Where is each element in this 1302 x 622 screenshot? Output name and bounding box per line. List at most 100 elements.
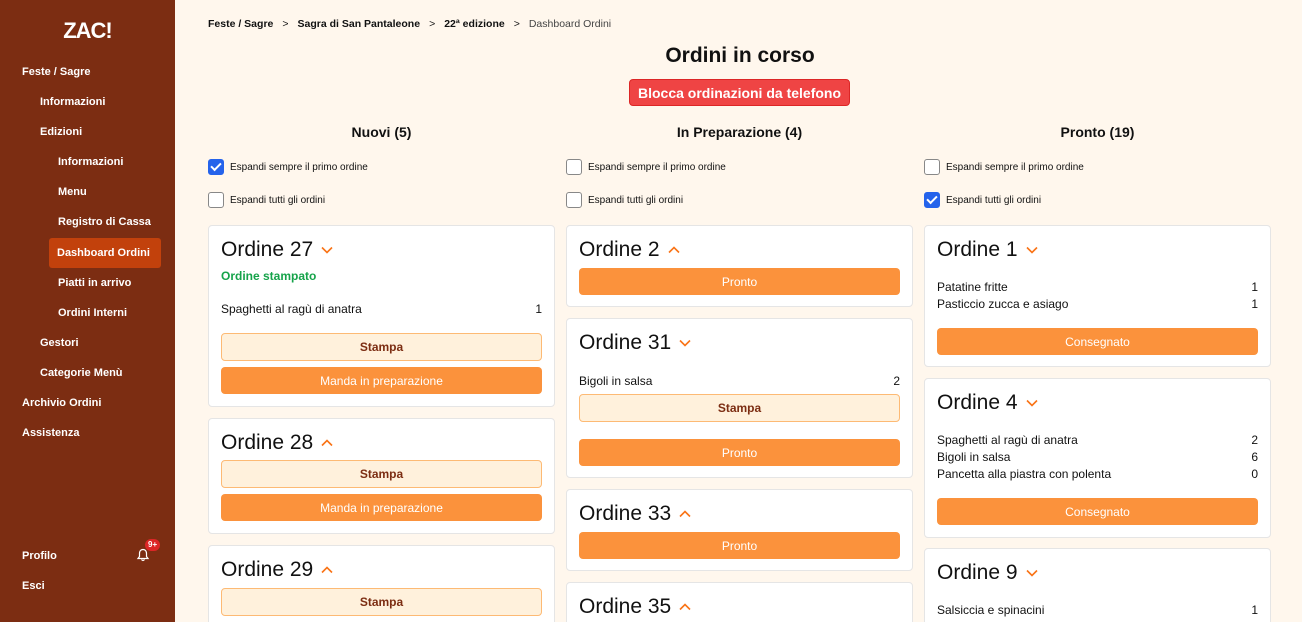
expand-first-label: Espandi sempre il primo ordine bbox=[230, 161, 368, 173]
order-title[interactable]: Ordine 9 bbox=[937, 561, 1038, 585]
chevron-up-icon[interactable] bbox=[321, 566, 333, 574]
delivered-button[interactable]: Consegnato bbox=[937, 328, 1258, 355]
order-card: Ordine 28 Stampa Manda in preparazione bbox=[208, 418, 555, 534]
send-to-preparation-button[interactable]: Manda in preparazione bbox=[221, 494, 542, 521]
sidebar: ZAC! Feste / Sagre Informazioni Edizioni… bbox=[0, 0, 175, 622]
ready-button[interactable]: Pronto bbox=[579, 532, 900, 559]
order-item-qty: 2 bbox=[893, 374, 900, 388]
expand-first-option[interactable]: Espandi sempre il primo ordine bbox=[208, 159, 368, 175]
order-item-qty: 0 bbox=[1251, 467, 1258, 481]
chevron-down-icon[interactable] bbox=[679, 339, 691, 347]
order-item-qty: 6 bbox=[1251, 450, 1258, 464]
order-title[interactable]: Ordine 2 bbox=[579, 238, 680, 262]
print-button[interactable]: Stampa bbox=[221, 333, 542, 361]
order-item-row: Bigoli in salsa 6 bbox=[937, 450, 1258, 464]
chevron-down-icon[interactable] bbox=[1025, 246, 1038, 254]
sidebar-item-piatti-arrivo[interactable]: Piatti in arrivo bbox=[58, 268, 131, 298]
order-item-name: Spaghetti al ragù di anatra bbox=[221, 302, 362, 316]
order-title-text: Ordine 2 bbox=[579, 238, 660, 261]
order-title-text: Ordine 35 bbox=[579, 595, 672, 618]
sidebar-item-gestori[interactable]: Gestori bbox=[40, 328, 79, 358]
sidebar-item-dashboard-ordini[interactable]: Dashboard Ordini bbox=[49, 238, 161, 268]
expand-all-checkbox[interactable] bbox=[924, 192, 940, 208]
order-card: Ordine 9 Salsiccia e spinacini 1 bbox=[924, 548, 1271, 622]
expand-all-checkbox[interactable] bbox=[208, 192, 224, 208]
chevron-down-icon[interactable] bbox=[1025, 399, 1038, 407]
sidebar-item-assistenza[interactable]: Assistenza bbox=[22, 418, 79, 448]
column-preparation: In Preparazione (4) Espandi sempre il pr… bbox=[566, 0, 913, 622]
order-item-qty: 1 bbox=[535, 302, 542, 316]
expand-first-label: Espandi sempre il primo ordine bbox=[946, 161, 1084, 173]
order-item-name: Pancetta alla piastra con polenta bbox=[937, 467, 1112, 481]
order-item-row: Salsiccia e spinacini 1 bbox=[937, 603, 1258, 617]
sidebar-item-edizioni[interactable]: Edizioni bbox=[40, 117, 82, 147]
order-title[interactable]: Ordine 35 bbox=[579, 595, 691, 619]
order-item-row: Pasticcio zucca e asiago 1 bbox=[937, 297, 1258, 311]
print-button[interactable]: Stampa bbox=[221, 460, 542, 488]
order-card: Ordine 31 Bigoli in salsa 2 Stampa Pront… bbox=[566, 318, 913, 478]
order-title[interactable]: Ordine 29 bbox=[221, 558, 333, 582]
order-title[interactable]: Ordine 1 bbox=[937, 238, 1038, 262]
expand-all-option[interactable]: Espandi tutti gli ordini bbox=[924, 192, 1041, 208]
sidebar-item-feste-sagre[interactable]: Feste / Sagre bbox=[22, 57, 90, 87]
chevron-down-icon[interactable] bbox=[1025, 569, 1038, 577]
sidebar-item-registro-cassa[interactable]: Registro di Cassa bbox=[58, 207, 151, 237]
ready-button[interactable]: Pronto bbox=[579, 268, 900, 295]
order-card: Ordine 29 Stampa bbox=[208, 545, 555, 622]
expand-all-label: Espandi tutti gli ordini bbox=[230, 194, 326, 206]
expand-all-option[interactable]: Espandi tutti gli ordini bbox=[566, 192, 683, 208]
order-title[interactable]: Ordine 4 bbox=[937, 391, 1038, 415]
order-title[interactable]: Ordine 28 bbox=[221, 431, 333, 455]
expand-all-checkbox[interactable] bbox=[566, 192, 582, 208]
expand-all-label: Espandi tutti gli ordini bbox=[946, 194, 1042, 206]
notification-badge: 9+ bbox=[145, 539, 161, 551]
order-title[interactable]: Ordine 27 bbox=[221, 238, 333, 262]
expand-first-checkbox[interactable] bbox=[924, 159, 940, 175]
chevron-up-icon[interactable] bbox=[679, 603, 691, 611]
sidebar-item-ordini-interni[interactable]: Ordini Interni bbox=[58, 298, 127, 328]
sidebar-item-esci[interactable]: Esci bbox=[22, 571, 45, 601]
order-status: Ordine stampato bbox=[221, 269, 317, 283]
expand-all-option[interactable]: Espandi tutti gli ordini bbox=[208, 192, 325, 208]
order-title-text: Ordine 33 bbox=[579, 502, 672, 525]
order-title-text: Ordine 9 bbox=[937, 561, 1018, 584]
order-title-text: Ordine 27 bbox=[221, 238, 314, 261]
sidebar-item-informazioni[interactable]: Informazioni bbox=[40, 87, 105, 117]
order-item-row: Spaghetti al ragù di anatra 1 bbox=[221, 302, 542, 316]
sidebar-item-menu[interactable]: Menu bbox=[58, 177, 87, 207]
order-card: Ordine 1 Patatine fritte 1 Pasticcio zuc… bbox=[924, 225, 1271, 367]
expand-first-checkbox[interactable] bbox=[208, 159, 224, 175]
order-item-name: Bigoli in salsa bbox=[579, 374, 653, 388]
sidebar-item-profilo[interactable]: Profilo bbox=[22, 541, 57, 571]
print-button[interactable]: Stampa bbox=[579, 394, 900, 422]
order-item-name: Bigoli in salsa bbox=[937, 450, 1011, 464]
order-item-row: Patatine fritte 1 bbox=[937, 280, 1258, 294]
expand-all-label: Espandi tutti gli ordini bbox=[588, 194, 684, 206]
chevron-down-icon[interactable] bbox=[321, 246, 333, 254]
chevron-up-icon[interactable] bbox=[679, 510, 691, 518]
expand-first-option[interactable]: Espandi sempre il primo ordine bbox=[924, 159, 1084, 175]
print-button[interactable]: Stampa bbox=[221, 588, 542, 616]
order-item-name: Salsiccia e spinacini bbox=[937, 603, 1045, 617]
order-item-row: Spaghetti al ragù di anatra 2 bbox=[937, 433, 1258, 447]
order-card: Ordine 33 Pronto bbox=[566, 489, 913, 571]
expand-first-checkbox[interactable] bbox=[566, 159, 582, 175]
chevron-up-icon[interactable] bbox=[321, 439, 333, 447]
delivered-button[interactable]: Consegnato bbox=[937, 498, 1258, 525]
order-title-text: Ordine 31 bbox=[579, 331, 672, 354]
sidebar-item-archivio-ordini[interactable]: Archivio Ordini bbox=[22, 388, 101, 418]
app-logo[interactable]: ZAC! bbox=[0, 18, 175, 44]
order-item-qty: 1 bbox=[1251, 297, 1258, 311]
column-ready: Pronto (19) Espandi sempre il primo ordi… bbox=[924, 0, 1271, 622]
order-item-row: Pancetta alla piastra con polenta 0 bbox=[937, 467, 1258, 481]
order-title[interactable]: Ordine 31 bbox=[579, 331, 691, 355]
expand-first-option[interactable]: Espandi sempre il primo ordine bbox=[566, 159, 726, 175]
send-to-preparation-button[interactable]: Manda in preparazione bbox=[221, 367, 542, 394]
column-new: Nuovi (5) Espandi sempre il primo ordine… bbox=[208, 0, 555, 622]
order-title[interactable]: Ordine 33 bbox=[579, 502, 691, 526]
sidebar-item-categorie-menu[interactable]: Categorie Menù bbox=[40, 358, 123, 388]
sidebar-item-edizione-informazioni[interactable]: Informazioni bbox=[58, 147, 123, 177]
chevron-up-icon[interactable] bbox=[667, 246, 680, 254]
order-card: Ordine 27 Ordine stampato Spaghetti al r… bbox=[208, 225, 555, 407]
ready-button[interactable]: Pronto bbox=[579, 439, 900, 466]
